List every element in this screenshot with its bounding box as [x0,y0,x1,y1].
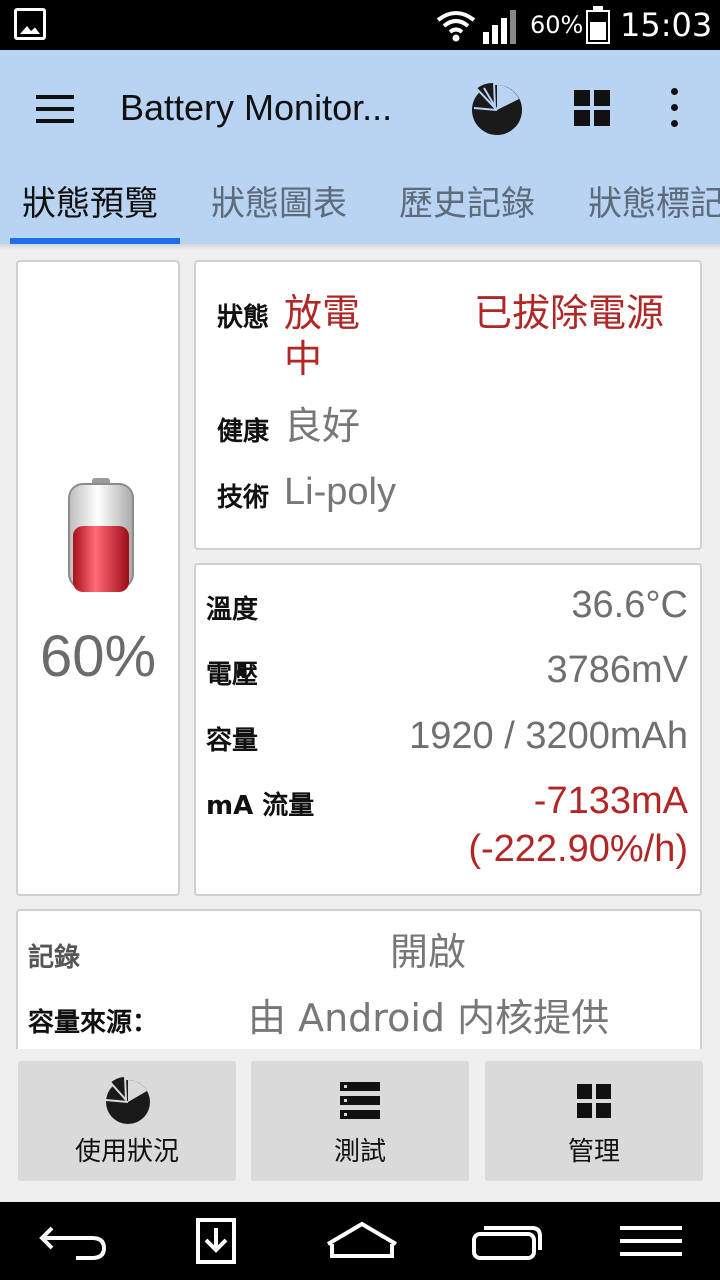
home-icon[interactable] [324,1216,400,1266]
technology-label: 技術 [217,483,270,513]
manage-button[interactable]: 管理 [485,1061,703,1181]
current-label: mA 流量 [206,791,315,821]
battery-percent: 60% [39,624,157,689]
download-icon[interactable] [194,1216,238,1266]
grid-icon[interactable] [570,86,614,130]
capacity-label: 容量 [206,726,259,756]
record-value[interactable]: 開啟 [390,929,466,975]
tab-status-marks[interactable]: 狀態標記 [588,182,720,226]
grid-icon [577,1084,611,1118]
navigation-bar [0,1202,720,1280]
test-button-label: 測試 [333,1137,386,1167]
list-icon [340,1082,380,1119]
state-value-line1: 放電 [284,291,361,335]
tab-status-chart[interactable]: 狀態圖表 [211,182,347,226]
plug-status: 已拔除電源 [474,291,665,335]
action-bar: 使用狀況 測試 管理 [0,1049,720,1202]
state-value-line2: 中 [284,337,323,381]
battery-icon [68,478,134,592]
tab-status-overview[interactable]: 狀態預覽 [22,182,158,226]
screen: 60% 15:03 Battery Monitor... 狀態預覽 狀態圖表 歷… [0,0,720,1280]
health-value: 良好 [284,406,361,448]
battery-percent-text: 60% [530,11,584,39]
voltage-label: 電壓 [206,660,259,690]
clock: 15:03 [620,6,713,44]
status-card: 狀態 放電 中 已拔除電源 健康 良好 技術 Li-poly [194,260,702,550]
temperature-label: 溫度 [206,595,259,625]
gallery-notification-icon [14,8,46,40]
tab-history[interactable]: 歷史記錄 [399,182,535,226]
signal-icon [483,10,516,44]
app-bar: Battery Monitor... [0,50,720,166]
battery-status-icon [586,6,610,44]
status-bar: 60% 15:03 [0,0,720,50]
usage-button-label: 使用狀況 [74,1137,179,1167]
capacity-value: 1920 / 3200mAh [409,715,688,757]
manage-button-label: 管理 [567,1137,620,1167]
pie-chart-icon [105,1075,150,1124]
tab-bar: 狀態預覽 狀態圖表 歷史記錄 狀態標記 [0,166,720,244]
menu-icon[interactable] [36,95,76,123]
record-label: 記錄 [28,943,81,973]
health-label: 健康 [217,417,270,447]
current-value: -7133mA [533,780,688,822]
app-title: Battery Monitor... [120,87,393,128]
battery-card: 60% [16,260,180,896]
technology-value: Li-poly [284,471,396,513]
wifi-icon [436,11,476,42]
capacity-source-label: 容量來源： [28,1008,159,1038]
current-rate: (-222.90%/h) [468,828,688,870]
usage-button[interactable]: 使用狀況 [18,1061,236,1181]
capacity-source-value: 由 Android 内核提供 [248,996,610,1040]
back-icon[interactable] [36,1216,110,1266]
more-vert-icon[interactable] [660,86,690,130]
temperature-value: 36.6°C [571,584,688,626]
pie-chart-icon[interactable] [466,80,526,136]
test-button[interactable]: 測試 [251,1061,469,1181]
metrics-card: 溫度 36.6°C 電壓 3786mV 容量 1920 / 3200mAh mA… [194,563,702,896]
voltage-value: 3786mV [546,649,688,691]
recent-apps-icon[interactable] [470,1216,544,1266]
menu-lines-icon[interactable] [618,1216,684,1266]
state-label: 狀態 [217,303,270,333]
